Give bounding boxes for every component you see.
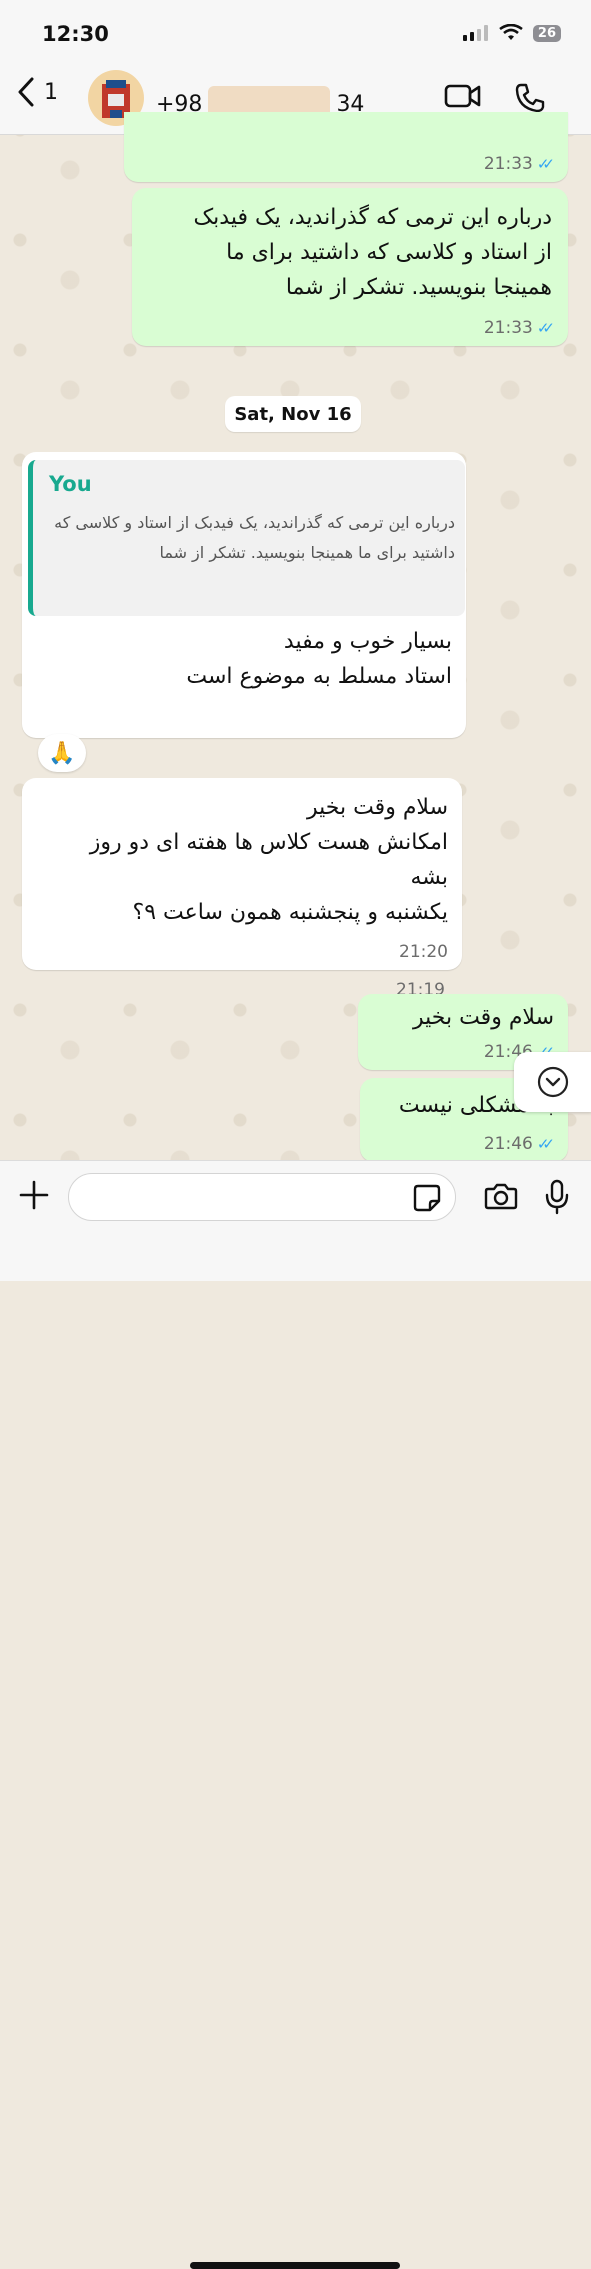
battery-icon: 26 — [532, 24, 561, 42]
video-call-icon[interactable] — [444, 82, 482, 110]
unread-count: 1 — [44, 79, 58, 105]
status-time: 12:30 — [42, 22, 109, 46]
double-check-icon: ✓✓ — [536, 1135, 555, 1153]
message-time: 21:33 — [483, 318, 533, 338]
reaction-badge[interactable]: 🙏 — [38, 734, 86, 772]
quoted-text: درباره این ترمی که گذراندید، یک فیدبک از… — [54, 513, 455, 562]
wifi-icon — [499, 24, 523, 40]
message-bubble-outgoing[interactable]: 21:33 ✓✓ — [124, 112, 568, 182]
scroll-to-bottom-button[interactable] — [514, 1052, 591, 1112]
home-indicator — [190, 2262, 400, 2269]
back-button[interactable]: 1 — [16, 76, 58, 108]
message-meta: 21:20 — [399, 942, 448, 962]
date-separator: Sat, Nov 16 — [225, 396, 361, 432]
message-text: سلام وقت بخیر — [412, 1005, 554, 1030]
camera-icon[interactable] — [484, 1181, 518, 1211]
message-text: بسیار خوب و مفید استاد مسلط به موضوع است — [186, 629, 452, 689]
status-icons: 26 — [462, 24, 561, 42]
mic-icon[interactable] — [545, 1179, 569, 1215]
sticker-icon[interactable] — [412, 1183, 442, 1213]
phone-icon[interactable] — [514, 82, 546, 114]
quoted-author: You — [49, 472, 92, 496]
message-bubble-outgoing[interactable]: درباره این ترمی که گذراندید، یک فیدبک از… — [132, 188, 568, 346]
back-chevron-icon — [18, 77, 34, 107]
message-input[interactable] — [68, 1173, 456, 1221]
message-composer — [0, 1160, 591, 2269]
message-text: سلام وقت بخیر امکانش هست کلاس ها هفته ای… — [89, 795, 448, 925]
double-check-icon: ✓✓ — [536, 155, 555, 173]
status-bar: 12:30 26 — [0, 0, 591, 62]
message-bubble-incoming[interactable]: سلام وقت بخیر امکانش هست کلاس ها هفته ای… — [22, 778, 462, 970]
chevron-down-icon — [537, 1066, 569, 1098]
message-time: 21:20 — [399, 942, 448, 962]
message-time: 21:33 — [483, 154, 533, 174]
signal-icon — [462, 25, 488, 41]
message-meta: 21:33 ✓✓ — [483, 318, 555, 338]
message-time: 21:46 — [483, 1134, 533, 1154]
plus-icon[interactable] — [18, 1179, 50, 1211]
double-check-icon: ✓✓ — [536, 319, 555, 337]
quoted-message[interactable]: You درباره این ترمی که گذراندید، یک فیدب… — [28, 460, 465, 616]
message-meta: 21:46 ✓✓ — [483, 1134, 555, 1154]
message-text: درباره این ترمی که گذراندید، یک فیدبک از… — [193, 205, 552, 300]
message-meta: 21:33 ✓✓ — [483, 154, 555, 174]
